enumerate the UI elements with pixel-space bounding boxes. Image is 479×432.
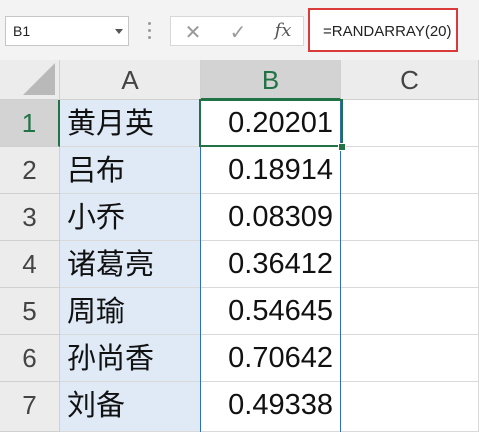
row-header[interactable]: 1	[0, 100, 60, 147]
cell-b4[interactable]: 0.36412	[201, 241, 341, 288]
formula-text: =RANDARRAY(20)	[323, 23, 452, 40]
cell-c7[interactable]	[341, 382, 479, 432]
cell-c1[interactable]	[341, 100, 479, 147]
cell-b2[interactable]: 0.18914	[201, 147, 341, 194]
cell-b7[interactable]: 0.49338	[201, 382, 341, 432]
name-box-value: B1	[13, 23, 31, 39]
cell-b1[interactable]: 0.20201	[201, 100, 341, 147]
cell-b6[interactable]: 0.70642	[201, 335, 341, 382]
column-header-a[interactable]: A	[60, 60, 201, 100]
row-header[interactable]: 3	[0, 194, 60, 241]
row-header[interactable]: 2	[0, 147, 60, 194]
cancel-icon[interactable]: ✕	[181, 21, 205, 43]
cell-a1[interactable]: 黄月英	[60, 100, 201, 147]
cell-c2[interactable]	[341, 147, 479, 194]
cell-c4[interactable]	[341, 241, 479, 288]
column-header-c[interactable]: C	[341, 60, 479, 100]
formula-bar-buttons: ✕ ✓ fx	[170, 16, 304, 46]
cell-c5[interactable]	[341, 288, 479, 335]
cell-a2[interactable]: 吕布	[60, 147, 201, 194]
name-box[interactable]: B1	[5, 16, 129, 46]
enter-icon[interactable]: ✓	[226, 21, 250, 43]
row-header[interactable]: 7	[0, 382, 60, 432]
row-header[interactable]: 4	[0, 241, 60, 288]
fill-handle[interactable]	[338, 143, 346, 151]
formula-bar-area: B1 ✕ ✓ fx =RANDARRAY(20)	[0, 0, 479, 60]
cell-a5[interactable]: 周瑜	[60, 288, 201, 335]
select-all-triangle-icon	[23, 63, 55, 95]
cell-a3[interactable]: 小乔	[60, 194, 201, 241]
cell-b3[interactable]: 0.08309	[201, 194, 341, 241]
row-header[interactable]: 5	[0, 288, 60, 335]
formula-bar-grip-icon[interactable]	[148, 20, 152, 40]
cell-c6[interactable]	[341, 335, 479, 382]
row-header[interactable]: 6	[0, 335, 60, 382]
select-all-corner[interactable]	[0, 60, 60, 100]
cell-a7[interactable]: 刘备	[60, 382, 201, 432]
name-box-dropdown-icon[interactable]	[115, 29, 123, 34]
insert-function-icon[interactable]: fx	[271, 20, 295, 42]
formula-input[interactable]: =RANDARRAY(20)	[308, 8, 458, 52]
cell-a6[interactable]: 孙尚香	[60, 335, 201, 382]
cell-a4[interactable]: 诸葛亮	[60, 241, 201, 288]
cell-c3[interactable]	[341, 194, 479, 241]
cell-b5[interactable]: 0.54645	[201, 288, 341, 335]
column-header-b[interactable]: B	[201, 60, 341, 100]
